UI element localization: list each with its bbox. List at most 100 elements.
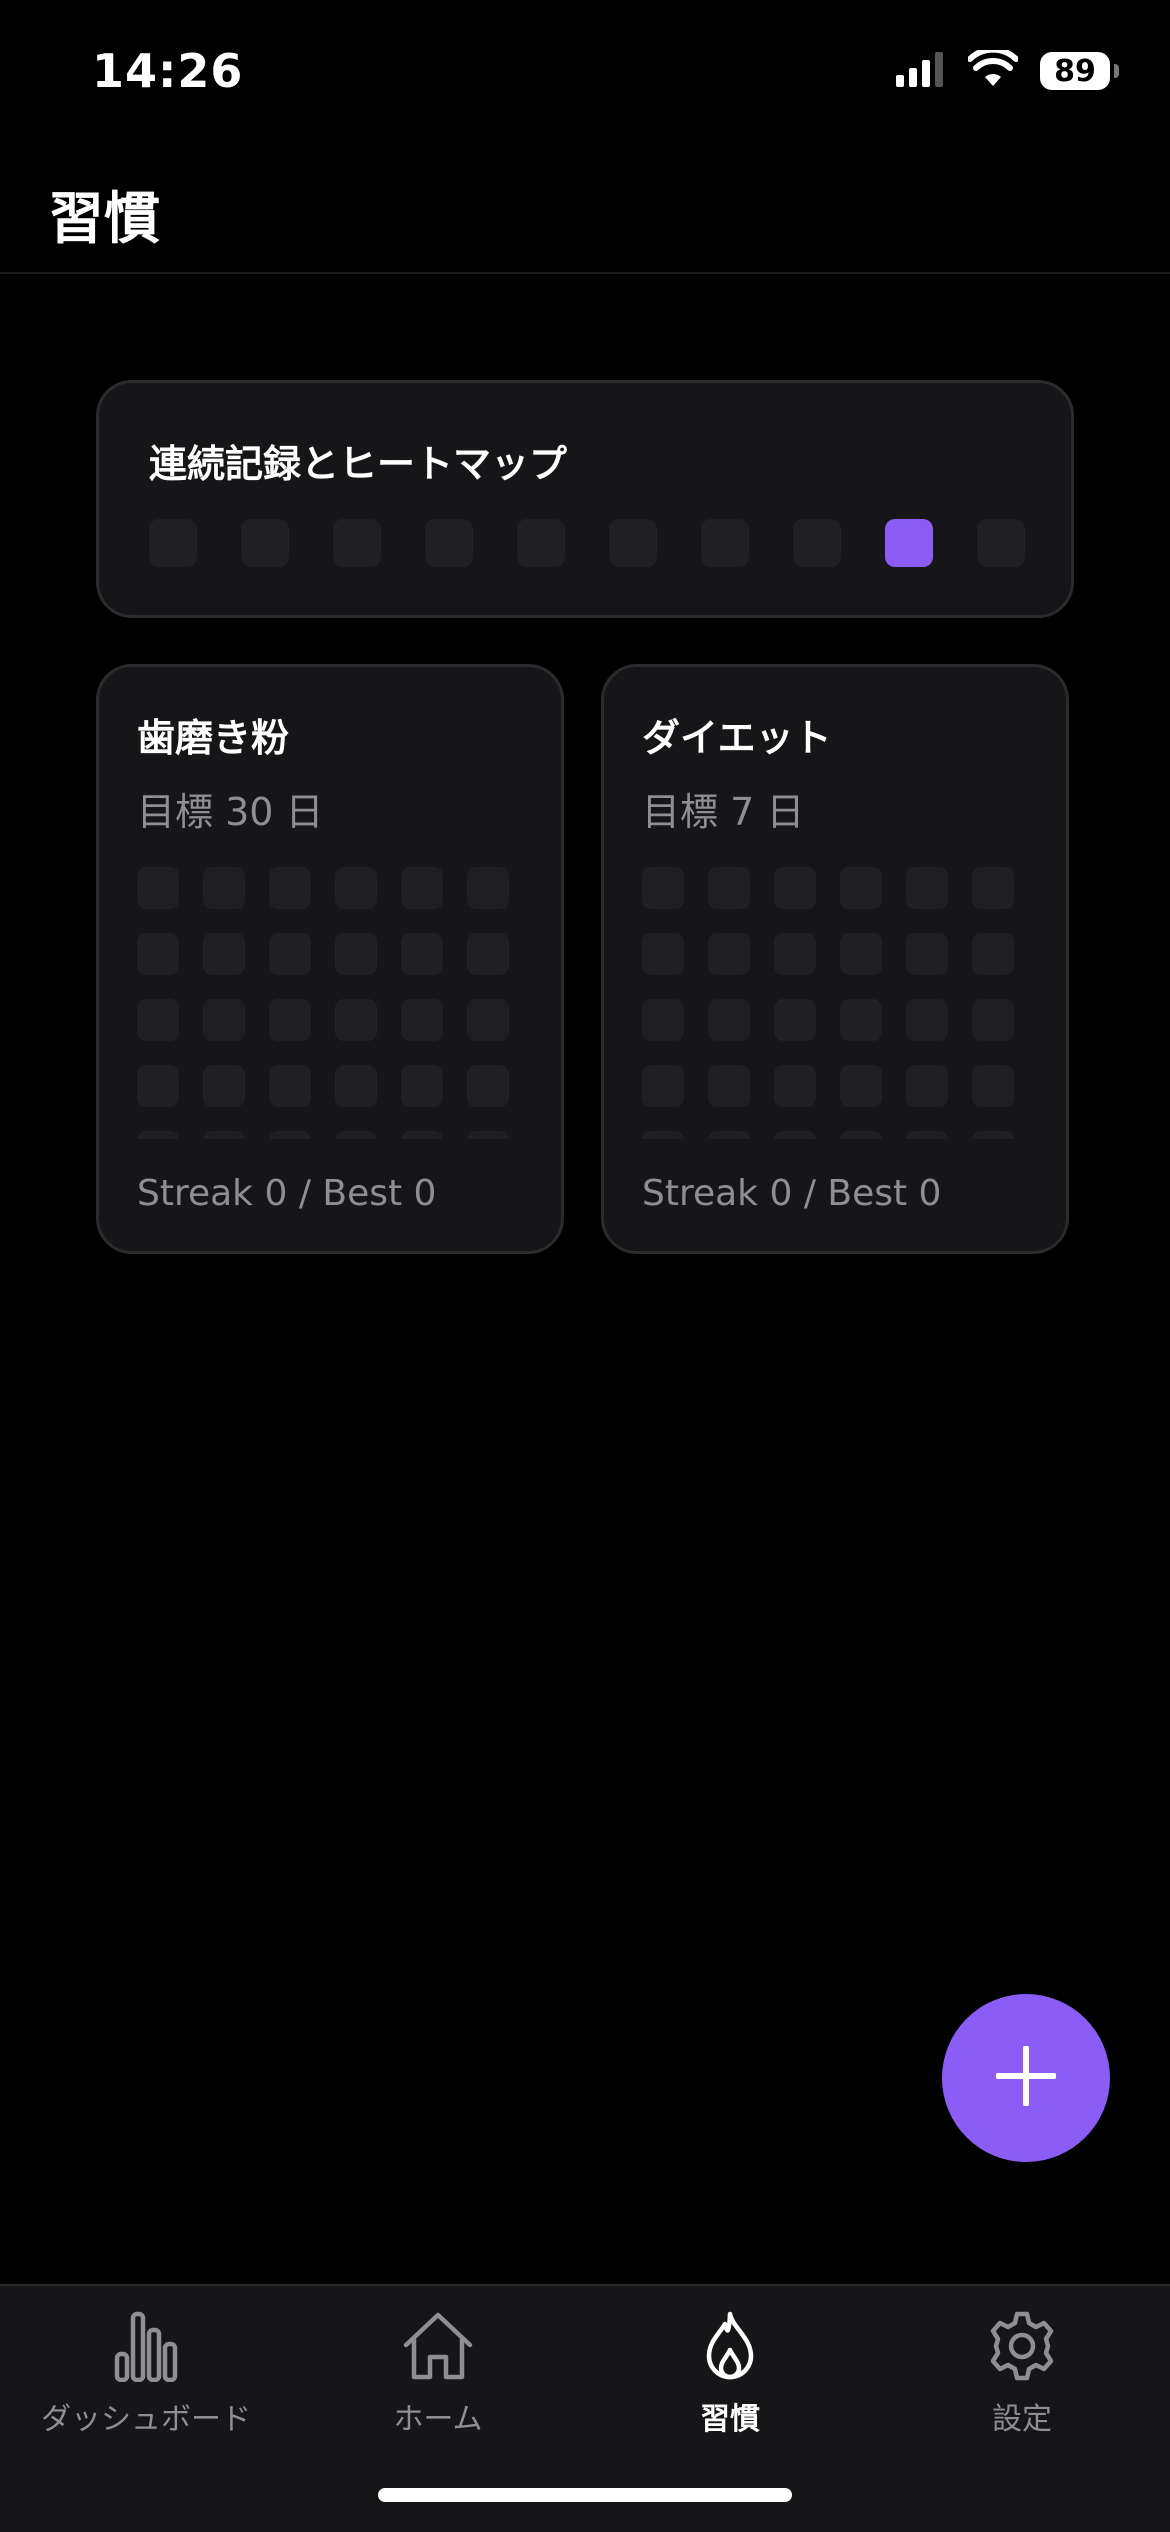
flame-icon bbox=[690, 2306, 770, 2386]
tab-label: 習慣 bbox=[700, 2402, 760, 2437]
heatmap-cell bbox=[840, 1131, 882, 1139]
heatmap-cell bbox=[774, 933, 816, 975]
heatmap-cell bbox=[467, 999, 509, 1041]
heatmap-cell bbox=[335, 867, 377, 909]
heatmap-cell bbox=[203, 1065, 245, 1107]
battery-indicator: 89 bbox=[1040, 52, 1119, 90]
habit-card[interactable]: 歯磨き粉 目標 30 日 Streak 0 / Best 0 bbox=[96, 664, 564, 1254]
heatmap-cell bbox=[774, 999, 816, 1041]
heatmap-cell bbox=[774, 1065, 816, 1107]
heatmap-cell bbox=[137, 933, 179, 975]
heatmap-cell bbox=[972, 867, 1014, 909]
heatmap-cell bbox=[269, 1131, 311, 1139]
heatmap-cell bbox=[467, 933, 509, 975]
heatmap-cell bbox=[642, 1065, 684, 1107]
heatmap-cell bbox=[906, 867, 948, 909]
heatmap-cell bbox=[642, 1131, 684, 1139]
heatmap-cell bbox=[335, 1065, 377, 1107]
tab-label: ダッシュボード bbox=[41, 2402, 251, 2437]
heatmap-cell bbox=[977, 519, 1025, 567]
heatmap-cell bbox=[609, 519, 657, 567]
tab-home[interactable]: ホーム bbox=[292, 2306, 584, 2438]
heatmap-cell bbox=[642, 867, 684, 909]
home-icon bbox=[398, 2306, 478, 2386]
heatmap-cell bbox=[467, 867, 509, 909]
heatmap-cell bbox=[972, 999, 1014, 1041]
tab-settings[interactable]: 設定 bbox=[876, 2306, 1168, 2438]
heatmap-cell bbox=[335, 933, 377, 975]
heatmap-cell bbox=[425, 519, 473, 567]
tab-dashboard[interactable]: ダッシュボード bbox=[0, 2306, 292, 2438]
heatmap-cell bbox=[401, 1131, 443, 1139]
bar-chart-icon bbox=[106, 2306, 186, 2386]
heatmap-cell bbox=[269, 867, 311, 909]
streak-heatmap-card[interactable]: 連続記録とヒートマップ bbox=[96, 380, 1074, 618]
heatmap-cell bbox=[708, 933, 750, 975]
heatmap-cell bbox=[241, 519, 289, 567]
heatmap-cell bbox=[840, 1065, 882, 1107]
heatmap-cell bbox=[701, 519, 749, 567]
heatmap-cell bbox=[642, 999, 684, 1041]
heatmap-cell bbox=[269, 1065, 311, 1107]
heatmap-cell bbox=[137, 867, 179, 909]
heatmap-cell bbox=[708, 999, 750, 1041]
page-title: 習慣 bbox=[48, 187, 160, 252]
heatmap-cell bbox=[840, 933, 882, 975]
heatmap-cell bbox=[137, 1131, 179, 1139]
heatmap-cell bbox=[972, 1131, 1014, 1139]
heatmap-cell bbox=[401, 867, 443, 909]
heatmap-cell bbox=[269, 933, 311, 975]
habit-goal: 目標 7 日 bbox=[642, 790, 805, 834]
habit-name: 歯磨き粉 bbox=[137, 716, 290, 760]
heatmap-cell bbox=[467, 1065, 509, 1107]
heatmap-cell bbox=[269, 999, 311, 1041]
heatmap-cell bbox=[203, 1131, 245, 1139]
heatmap-cell bbox=[401, 1065, 443, 1107]
tab-label: ホーム bbox=[393, 2402, 483, 2437]
header: 習慣 bbox=[0, 160, 1170, 274]
heatmap-cell bbox=[793, 519, 841, 567]
heatmap-cell bbox=[137, 1065, 179, 1107]
heatmap-cell bbox=[885, 519, 933, 567]
heatmap-cell bbox=[774, 1131, 816, 1139]
heatmap-cell bbox=[906, 1131, 948, 1139]
plus-icon bbox=[995, 2045, 1057, 2110]
heatmap-cell bbox=[333, 519, 381, 567]
home-indicator[interactable] bbox=[378, 2488, 792, 2502]
tab-label: 設定 bbox=[992, 2402, 1052, 2437]
heatmap-cell bbox=[906, 999, 948, 1041]
heatmap-cell bbox=[906, 933, 948, 975]
heatmap-cell bbox=[774, 867, 816, 909]
habit-streak: Streak 0 / Best 0 bbox=[137, 1173, 437, 1214]
tab-habits[interactable]: 習慣 bbox=[584, 2306, 876, 2438]
heatmap-cell bbox=[840, 867, 882, 909]
heatmap-cell bbox=[972, 1065, 1014, 1107]
heatmap-cell bbox=[203, 933, 245, 975]
heatmap-cell bbox=[517, 519, 565, 567]
heatmap-cell bbox=[972, 933, 1014, 975]
heatmap-cell bbox=[137, 999, 179, 1041]
habit-heatmap bbox=[137, 867, 517, 1139]
heatmap-cell bbox=[840, 999, 882, 1041]
heatmap-cell bbox=[642, 933, 684, 975]
heatmap-cell bbox=[467, 1131, 509, 1139]
heatmap-cell bbox=[401, 933, 443, 975]
heatmap-cell bbox=[335, 1131, 377, 1139]
habit-streak: Streak 0 / Best 0 bbox=[642, 1173, 942, 1214]
gear-icon bbox=[982, 2306, 1062, 2386]
heatmap-cell bbox=[203, 867, 245, 909]
heatmap-cell bbox=[401, 999, 443, 1041]
habit-name: ダイエット bbox=[642, 716, 832, 760]
status-indicators: 89 bbox=[896, 46, 1119, 92]
habits-screen: 14:26 89 習慣 連続記録とヒートマップ 歯磨き粉 目標 30 日 Str… bbox=[0, 0, 1170, 2532]
heatmap-cell bbox=[708, 867, 750, 909]
heatmap-cell bbox=[708, 1065, 750, 1107]
habit-card[interactable]: ダイエット 目標 7 日 Streak 0 / Best 0 bbox=[601, 664, 1069, 1254]
heatmap-row bbox=[149, 519, 1025, 567]
habit-heatmap bbox=[642, 867, 1022, 1139]
heatmap-cell bbox=[708, 1131, 750, 1139]
add-habit-button[interactable] bbox=[942, 1994, 1110, 2162]
status-bar: 14:26 89 bbox=[0, 0, 1170, 140]
wifi-icon bbox=[967, 46, 1019, 92]
signal-icon bbox=[896, 51, 946, 91]
